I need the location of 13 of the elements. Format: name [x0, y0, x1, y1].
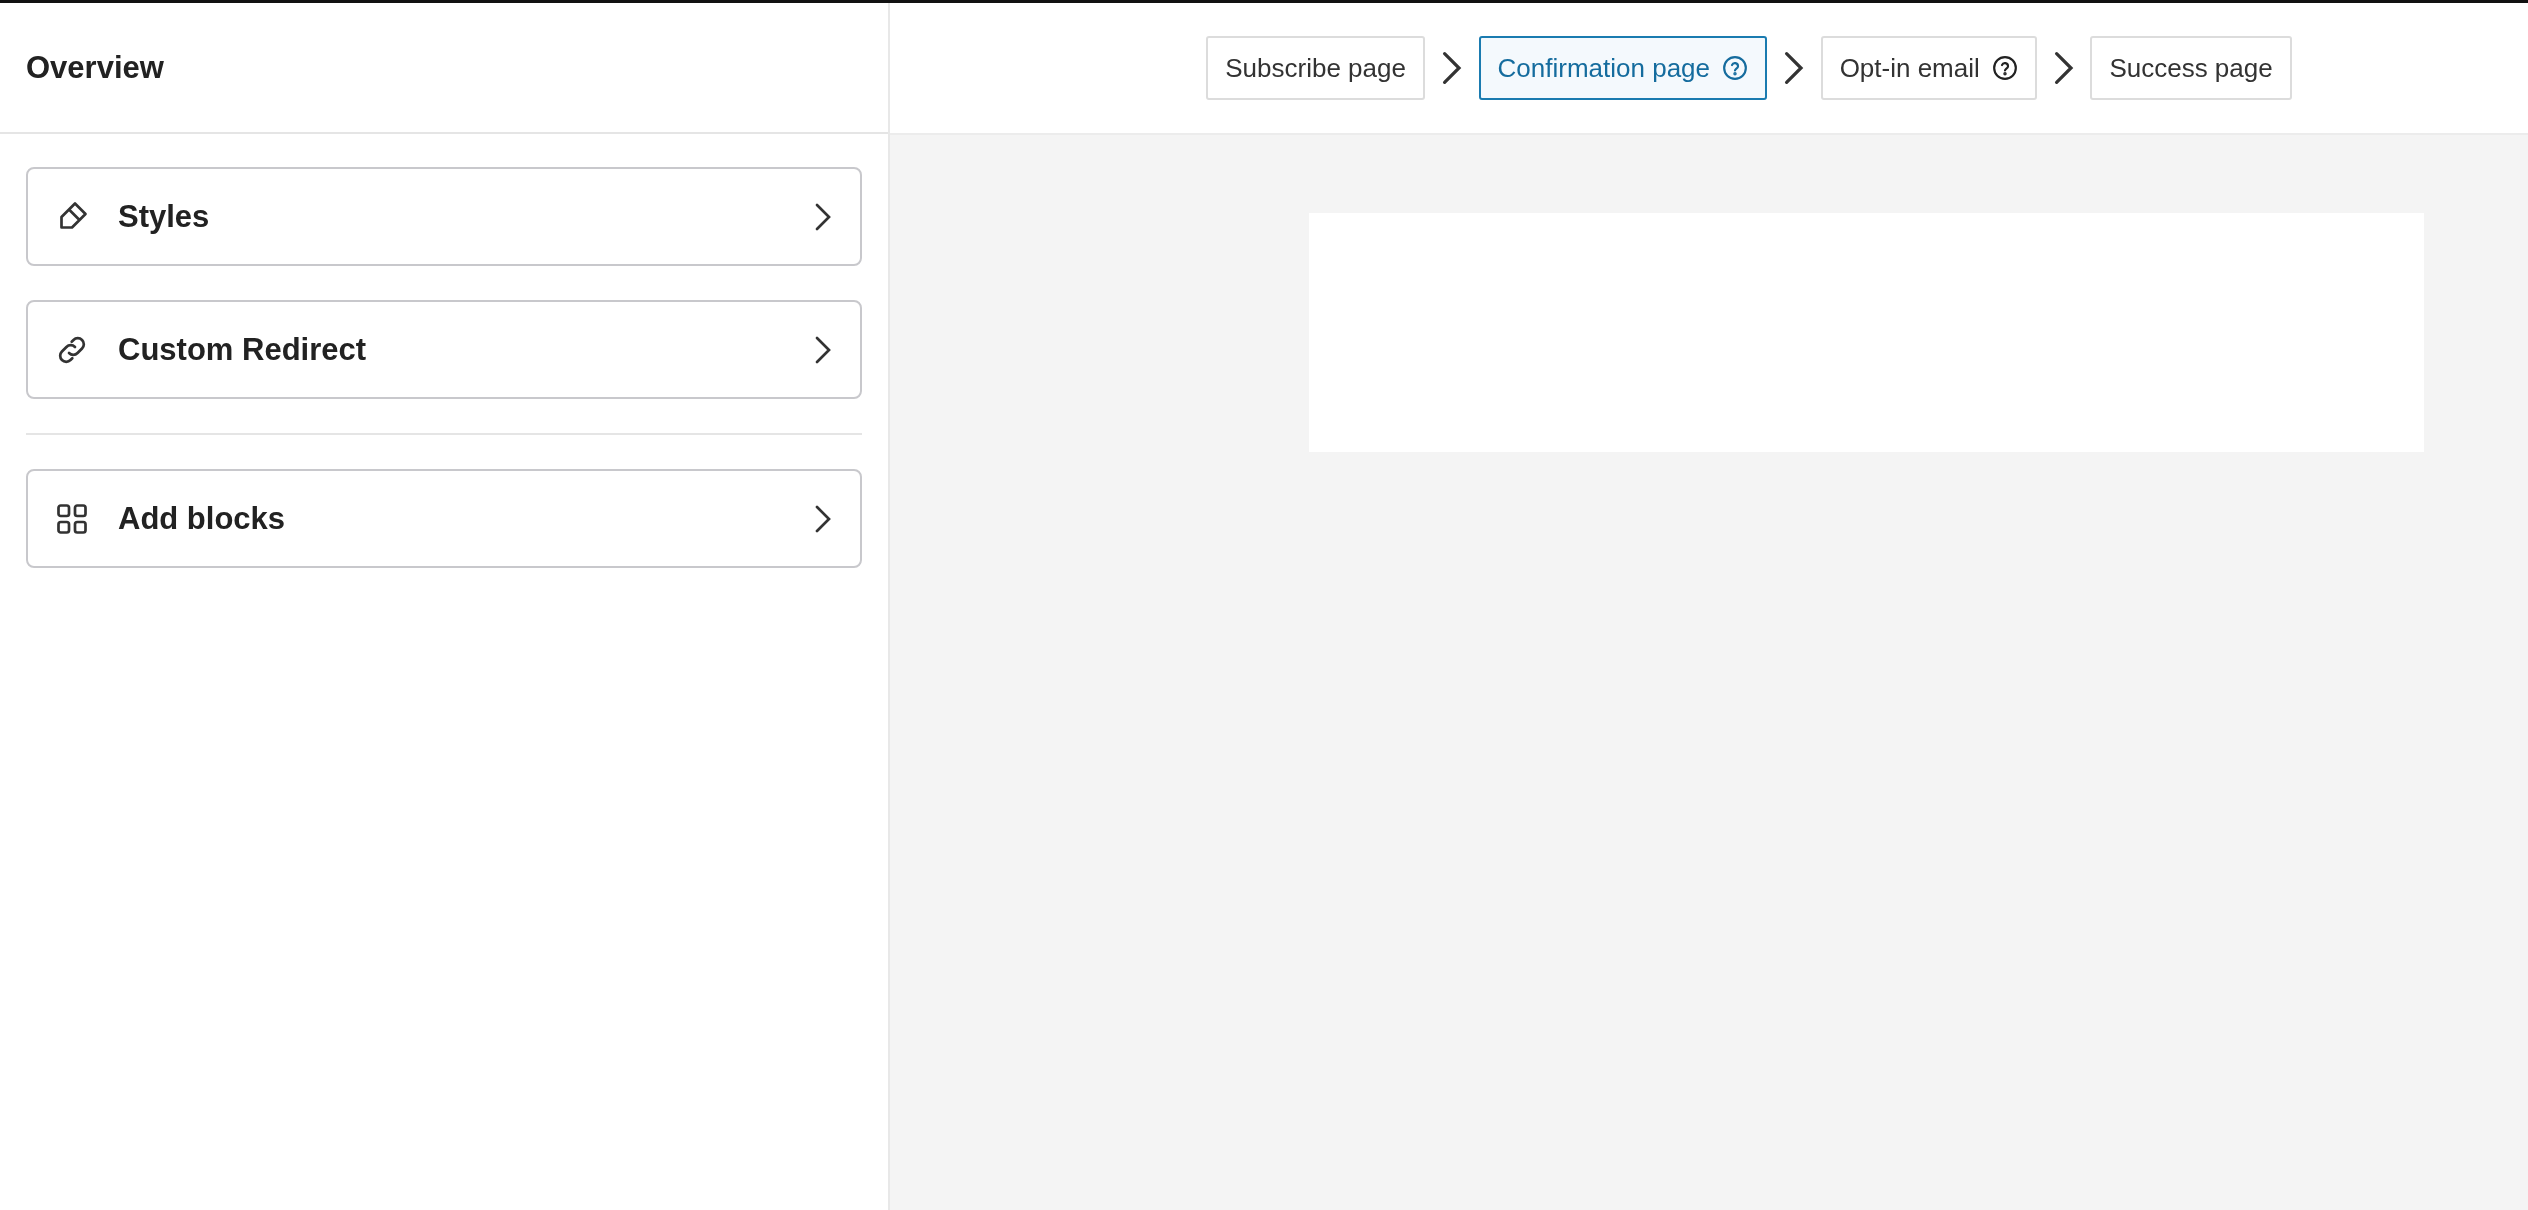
step-tab[interactable]: Success page	[2090, 36, 2292, 100]
step-tab[interactable]: Subscribe page	[1206, 36, 1425, 100]
menu-card[interactable]: Styles	[26, 167, 862, 266]
menu-card[interactable]: Add blocks	[26, 469, 862, 568]
chevron-right-icon	[814, 334, 832, 365]
step-tab[interactable]: Confirmation page	[1478, 36, 1768, 100]
step-tab[interactable]: Opt-in email	[1820, 36, 2037, 100]
menu-card[interactable]: Custom Redirect	[26, 300, 862, 399]
help-icon	[1722, 55, 1749, 81]
sidebar-title: Overview	[26, 49, 164, 86]
help-icon	[1991, 55, 2018, 81]
chevron-right-icon	[814, 503, 832, 534]
chevron-right-icon	[814, 201, 832, 232]
